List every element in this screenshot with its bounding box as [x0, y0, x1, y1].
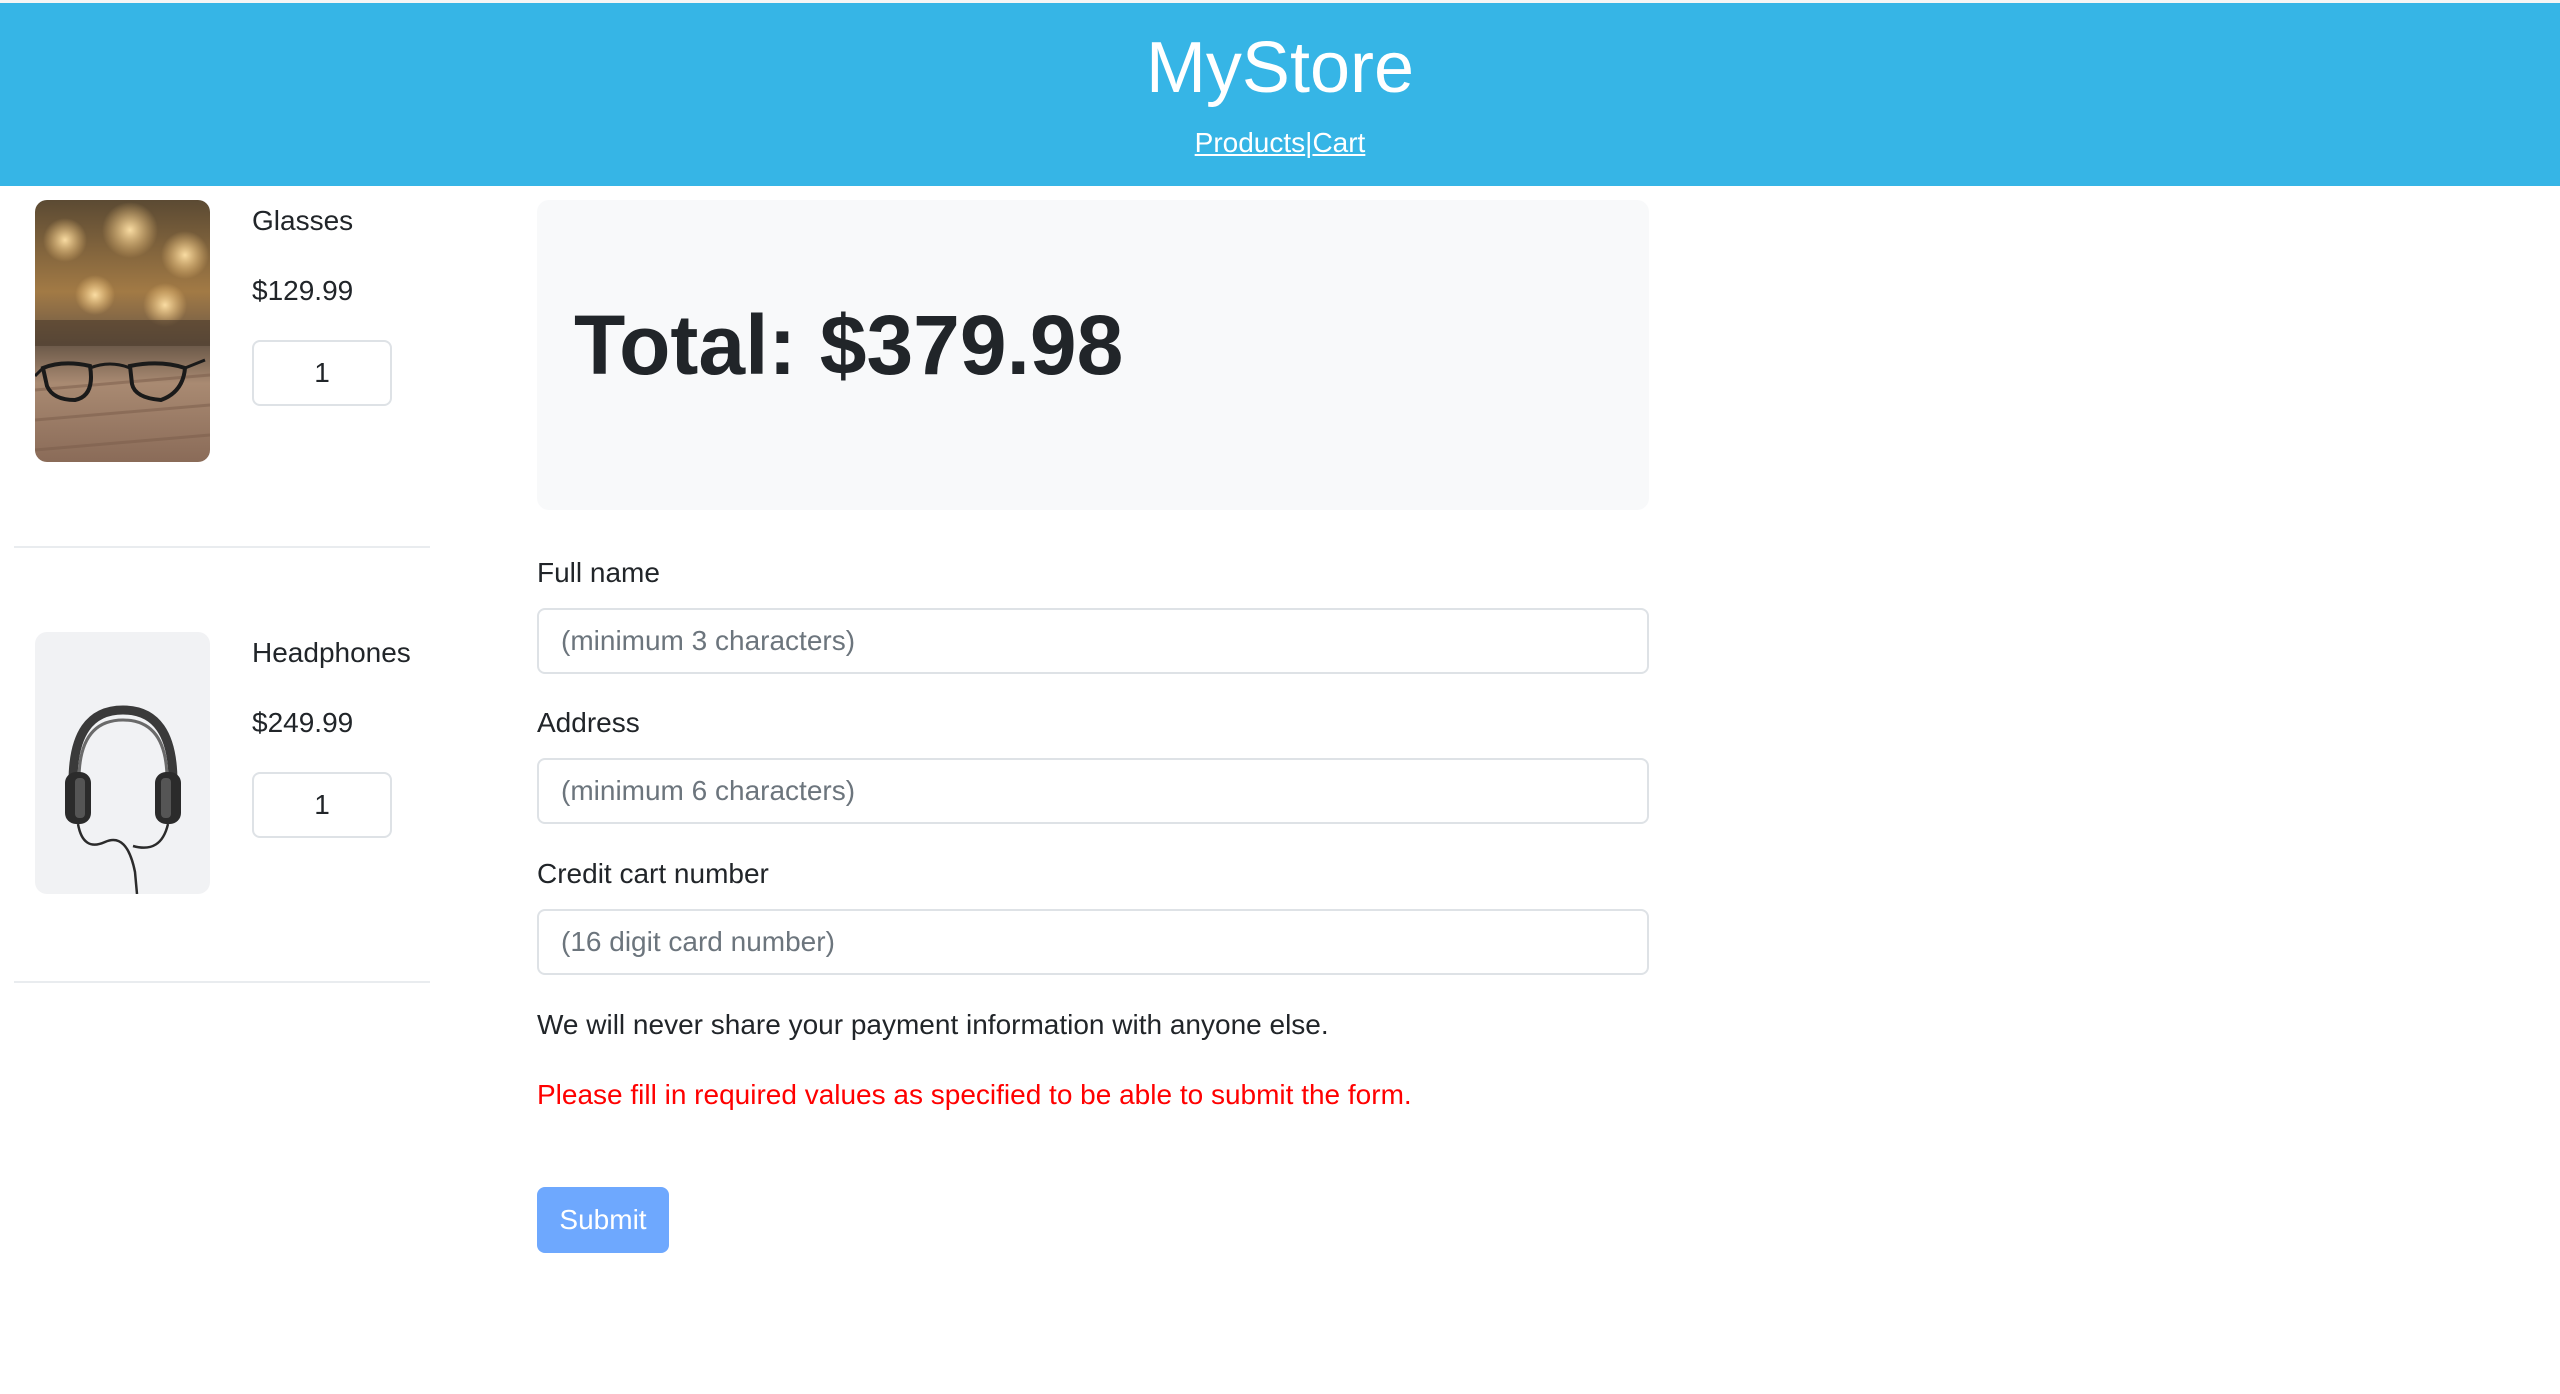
address-label: Address	[537, 707, 640, 738]
full-name-label: Full name	[537, 557, 660, 588]
site-header: MyStore Products|Cart	[0, 3, 2560, 186]
full-name-input[interactable]	[537, 608, 1649, 674]
address-input[interactable]	[537, 758, 1649, 824]
privacy-help-text: We will never share your payment informa…	[537, 1009, 1329, 1040]
quantity-input[interactable]	[252, 772, 392, 838]
nav-link-products[interactable]: Products	[1195, 127, 1306, 158]
order-summary: Total: $379.98	[537, 200, 1649, 510]
cart-item-price: $129.99	[252, 275, 354, 306]
quantity-input[interactable]	[252, 340, 392, 406]
item-divider	[14, 981, 430, 983]
main-nav: Products|Cart	[0, 126, 2560, 160]
headphones-photo	[35, 632, 210, 894]
order-total: Total: $379.98	[574, 298, 1124, 392]
validation-error-text: Please fill in required values as specif…	[537, 1079, 1412, 1110]
cart-item-glasses: Glasses $129.99	[14, 200, 430, 462]
item-divider	[14, 546, 430, 548]
glasses-photo	[35, 200, 210, 462]
brand-title: MyStore	[1145, 28, 1415, 108]
cart-item-name: Headphones	[252, 637, 411, 668]
cart-item-headphones: Headphones $249.99	[14, 632, 430, 894]
card-number-input[interactable]	[537, 909, 1649, 975]
cart-item-name: Glasses	[252, 205, 354, 236]
submit-button[interactable]: Submit	[537, 1187, 669, 1253]
nav-link-cart[interactable]: Cart	[1312, 127, 1365, 158]
card-number-label: Credit cart number	[537, 858, 769, 889]
cart-item-price: $249.99	[252, 707, 354, 738]
